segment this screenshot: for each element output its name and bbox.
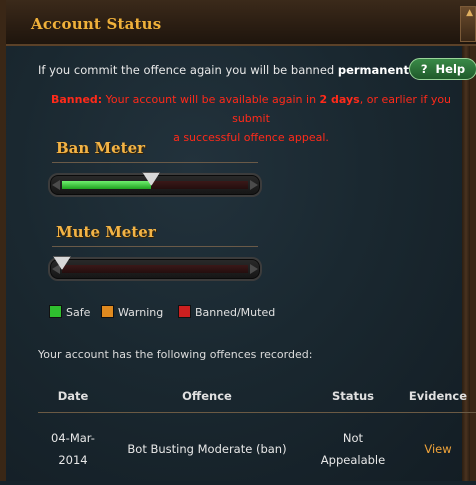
legend-label-warning: Warning (118, 306, 163, 319)
offences-intro: Your account has the following offences … (38, 348, 312, 361)
legend-swatch-banned (178, 305, 191, 318)
header-date: Date (38, 380, 108, 413)
help-button-label: Help (436, 62, 466, 76)
mute-meter-divider (52, 246, 258, 247)
arrow-up-icon: ▲ (466, 8, 473, 18)
offence-status: Not Appealable (306, 413, 400, 485)
offence-evidence: View (400, 413, 476, 485)
legend-banned-muted: Banned/Muted (178, 305, 275, 319)
help-button[interactable]: ? Help (409, 58, 476, 80)
legend-swatch-safe (49, 305, 62, 318)
meter-cap-left (52, 264, 60, 274)
title-bar: Account Status ▲ (6, 0, 476, 46)
banned-label: Banned: (51, 93, 102, 106)
ban-meter-fill (62, 181, 151, 189)
table-row: 04-Mar- 2014 Bot Busting Moderate (ban) … (38, 413, 476, 485)
legend-label-banned: Banned/Muted (195, 306, 275, 319)
banned-text-before: Your account will be available again in (102, 93, 319, 106)
date-line2: 2014 (58, 453, 87, 467)
intro-prefix: If you commit the offence again you will… (38, 63, 338, 77)
meter-cap-right (250, 264, 258, 274)
mute-meter (48, 257, 262, 281)
offences-table: Date Offence Status Evidence 04-Mar- 201… (38, 380, 476, 485)
banned-line2: a successful offence appeal. (173, 131, 329, 144)
offence-date: 04-Mar- 2014 (38, 413, 108, 485)
mute-meter-title: Mute Meter (56, 223, 156, 241)
question-icon: ? (421, 59, 428, 79)
view-evidence-link[interactable]: View (424, 442, 451, 456)
header-status: Status (306, 380, 400, 413)
meter-cap-right (250, 180, 258, 190)
ban-meter (48, 173, 262, 197)
mute-meter-track (62, 265, 248, 273)
ban-meter-divider (52, 162, 258, 163)
header-offence: Offence (108, 380, 306, 413)
legend-warning: Warning (101, 305, 163, 319)
intro-text: If you commit the offence again you will… (38, 63, 424, 77)
offences-header-row: Date Offence Status Evidence (38, 380, 476, 413)
intro-emphasis: permanently (338, 63, 421, 77)
header-evidence: Evidence (400, 380, 476, 413)
ban-meter-track (62, 181, 248, 189)
account-status-window: Account Status ▲ If you commit the offen… (0, 0, 476, 481)
legend-swatch-warning (101, 305, 114, 318)
meter-cap-left (52, 180, 60, 190)
status-line1: Not (343, 431, 363, 445)
offence-name: Bot Busting Moderate (ban) (108, 413, 306, 485)
status-line2: Appealable (321, 453, 385, 467)
ban-meter-title: Ban Meter (56, 139, 145, 157)
legend-safe: Safe (49, 305, 90, 319)
banned-duration: 2 days (320, 93, 360, 106)
date-line1: 04-Mar- (51, 431, 95, 445)
window-title: Account Status (31, 15, 161, 33)
legend-label-safe: Safe (66, 306, 90, 319)
